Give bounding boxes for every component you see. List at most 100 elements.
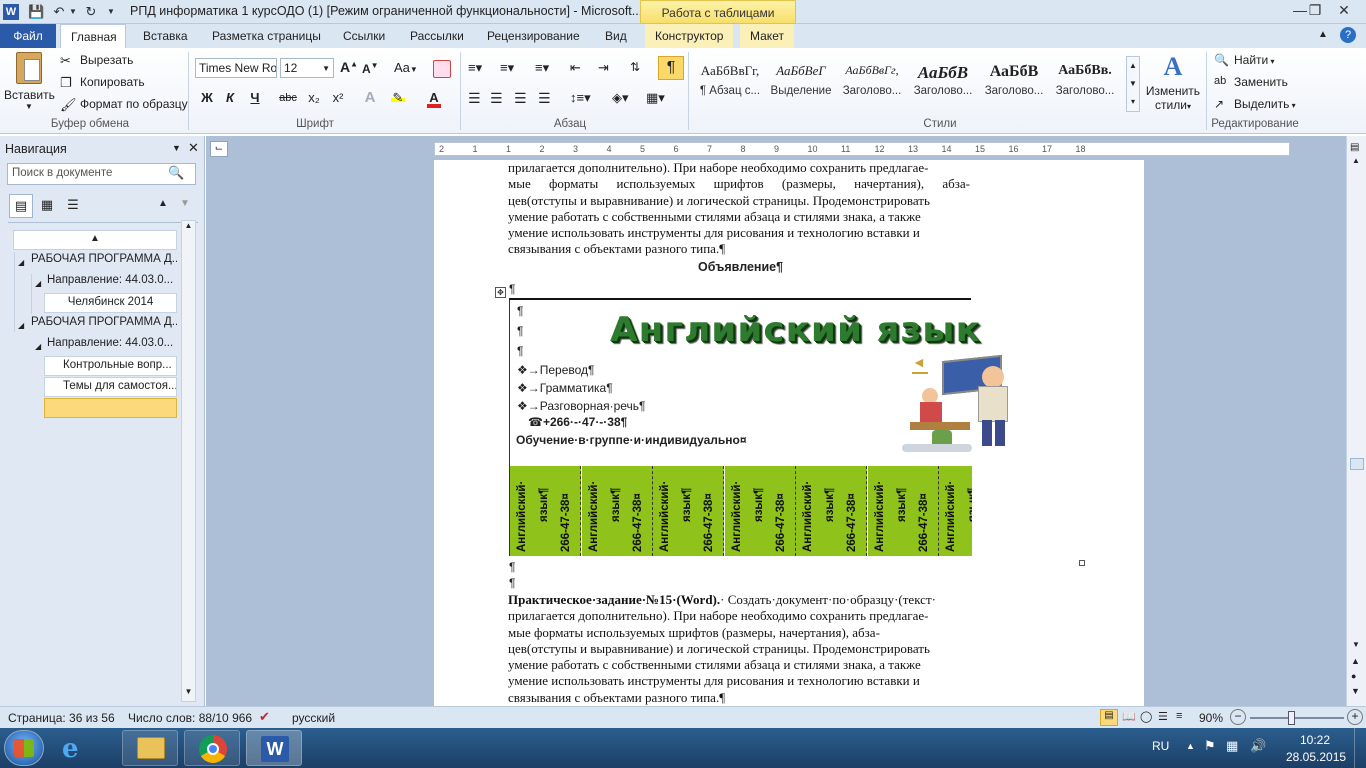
format-painter-button[interactable]: 🖌 Формат по образцу <box>60 97 188 113</box>
style-heading-1[interactable]: АаБбВвГг, Заголово... <box>838 56 906 110</box>
show-marks-button[interactable]: ¶ <box>658 56 684 80</box>
full-screen-reading-icon[interactable]: 📖 <box>1122 710 1136 723</box>
help-icon[interactable]: ? <box>1340 27 1356 43</box>
tab-insert[interactable]: Вставка <box>133 24 198 48</box>
bold-button[interactable]: Ж <box>197 88 217 108</box>
style-heading-4[interactable]: АаБбВв. Заголово... <box>1051 56 1119 110</box>
word-count[interactable]: Число слов: 88/10 966 <box>128 711 252 725</box>
ruler-toggle-icon[interactable]: ⌙ <box>210 141 228 157</box>
minimize-ribbon-icon[interactable]: ▲ <box>1318 29 1328 40</box>
clock-date[interactable]: 28.05.2015 <box>1286 750 1346 764</box>
zoom-level[interactable]: 90% <box>1199 711 1223 725</box>
tray-arrow-icon[interactable]: ▲ <box>1186 741 1195 751</box>
zoom-in-icon[interactable]: + <box>1347 709 1363 725</box>
explorer-taskbar-button[interactable] <box>122 730 178 766</box>
nav-item[interactable]: Направление: 44.03.0... <box>43 335 177 355</box>
task-paragraph[interactable]: Практическое·задание·№15·(Word).· Создат… <box>508 592 970 706</box>
align-center-icon[interactable]: ☰ <box>490 90 503 107</box>
nav-item[interactable]: Челябинск 2014 <box>44 293 177 313</box>
nav-menu-icon[interactable]: ▼ <box>172 143 181 153</box>
tab-view[interactable]: Вид <box>595 24 637 48</box>
font-color-icon[interactable]: A <box>424 88 444 108</box>
tab-design[interactable]: Конструктор <box>645 24 734 48</box>
nav-item[interactable]: РАБОЧАЯ ПРОГРАММА Д... <box>27 314 177 334</box>
expand-toggle-icon[interactable]: ◢ <box>35 279 41 288</box>
superscript-button[interactable]: x² <box>328 88 348 108</box>
borders-icon[interactable]: ▦▾ <box>646 90 665 106</box>
tab-home[interactable]: Главная <box>60 24 126 48</box>
headings-view-icon[interactable]: ▤ <box>9 194 33 218</box>
align-left-icon[interactable]: ☰ <box>468 90 481 107</box>
vertical-scrollbar[interactable]: ▤ ▲ ▼ ▲ ● ▼ <box>1346 136 1366 706</box>
tear-off-strip[interactable]: Английский· язык¶ 266-47-38¤ <box>510 466 581 556</box>
wordart-title[interactable]: Английский язык <box>610 310 981 350</box>
paragraph-top[interactable]: прилагается дополнительно). При наборе н… <box>508 160 970 258</box>
show-desktop-button[interactable] <box>1354 728 1366 768</box>
print-layout-icon[interactable]: ▤ <box>1100 709 1118 726</box>
find-button[interactable]: 🔍 Найти ▾ <box>1214 53 1275 69</box>
nav-item[interactable]: Темы для самостоя... <box>44 377 177 397</box>
style-heading-3[interactable]: АаБбВ Заголово... <box>980 56 1048 110</box>
tab-references[interactable]: Ссылки <box>333 24 395 48</box>
language[interactable]: русский <box>292 711 335 725</box>
shading-icon[interactable]: ◈▾ <box>612 90 629 106</box>
redo-icon[interactable]: ↻ <box>82 3 100 20</box>
clear-format-icon[interactable] <box>433 60 451 78</box>
web-layout-icon[interactable]: ◯ <box>1140 710 1152 723</box>
clock-time[interactable]: 10:22 <box>1300 733 1330 747</box>
tab-mailings[interactable]: Рассылки <box>400 24 474 48</box>
font-name-combo[interactable]: Times New Ro <box>195 58 277 78</box>
expand-toggle-icon[interactable]: ◢ <box>18 321 24 330</box>
undo-icon[interactable]: ↶ <box>50 3 68 20</box>
advertisement-table[interactable]: ¶ ¶ ¶ Английский язык ❖→Перевод¶ ❖→Грамм… <box>509 298 1008 556</box>
tab-review[interactable]: Рецензирование <box>477 24 590 48</box>
copy-button[interactable]: ❐ Копировать <box>60 75 145 91</box>
underline-button[interactable]: Ч <box>245 88 265 108</box>
font-size-combo[interactable]: 12 ▼ <box>280 58 334 78</box>
styles-scroll[interactable]: ▲ ▼ ▾ <box>1126 56 1140 112</box>
word-taskbar-button[interactable]: W <box>246 730 302 766</box>
ie-icon[interactable]: e <box>62 734 79 764</box>
expand-toggle-icon[interactable]: ◢ <box>18 258 24 267</box>
paste-button[interactable]: Вставить ▼ <box>4 52 55 112</box>
save-icon[interactable]: 💾 <box>27 3 45 20</box>
nav-search-input[interactable]: Поиск в документе 🔍 <box>7 163 196 185</box>
style-list-paragraph[interactable]: АаБбВвГг, ¶ Абзац с... <box>696 56 764 110</box>
volume-icon[interactable]: 🔊 <box>1250 738 1266 754</box>
customize-qat-icon[interactable]: ▼ <box>105 3 117 20</box>
align-right-icon[interactable]: ☰ <box>514 90 527 107</box>
line-spacing-icon[interactable]: ↕≡▾ <box>570 90 591 106</box>
tear-off-strip[interactable]: Английский· язык¶ 266-47-38¤ <box>796 466 867 556</box>
nav-item[interactable]: РАБОЧАЯ ПРОГРАММА Д... <box>27 251 177 271</box>
nav-scrollbar[interactable]: ▲ ▼ <box>181 220 196 702</box>
zoom-out-icon[interactable]: − <box>1230 709 1246 725</box>
nav-next-icon[interactable]: ▼ <box>180 198 190 209</box>
tab-page-layout[interactable]: Разметка страницы <box>202 24 331 48</box>
draft-icon[interactable]: ≡ <box>1176 710 1182 722</box>
table-move-handle-icon[interactable]: ✥ <box>495 287 506 298</box>
undo-dropdown-icon[interactable]: ▼ <box>68 3 78 20</box>
tab-layout[interactable]: Макет <box>740 24 794 48</box>
multilevel-list-icon[interactable]: ≡▾ <box>535 60 561 78</box>
spellcheck-icon[interactable]: ✔ <box>259 709 270 725</box>
cut-button[interactable]: ✂ Вырезать <box>60 53 133 69</box>
decrease-indent-icon[interactable]: ⇤ <box>570 60 581 76</box>
numbering-icon[interactable]: ≡▾ <box>500 60 526 78</box>
teacher-clipart-image[interactable]: ◄ <box>902 352 1030 454</box>
outline-icon[interactable]: ☰ <box>1158 710 1168 723</box>
bullets-icon[interactable]: ≡▾ <box>468 60 494 78</box>
justify-icon[interactable]: ☰ <box>538 90 551 107</box>
change-styles-button[interactable]: A Изменить стили▾ <box>1144 52 1202 112</box>
zoom-slider-thumb[interactable] <box>1288 711 1295 725</box>
heading-announcement[interactable]: Объявление¶ <box>698 260 783 274</box>
close-icon[interactable]: ✕ <box>1322 0 1366 22</box>
horizontal-ruler[interactable]: 2 1 1 2 3 4 5 6 7 8 9 10 11 12 13 14 15 16 17 18 <box>434 142 1290 156</box>
italic-button[interactable]: К <box>220 88 240 108</box>
flag-icon[interactable]: ⚑ <box>1204 738 1216 754</box>
nav-prev-icon[interactable]: ▲ <box>158 198 168 209</box>
change-case-button[interactable]: Aa▼ <box>394 60 418 75</box>
tear-off-strip[interactable]: Английский· язык¶ 266-47-38¤ <box>653 466 724 556</box>
nav-collapse-all[interactable]: ▲ <box>13 230 177 250</box>
tear-off-strip[interactable]: Английский· язык¶ 266-47-38¤ <box>581 466 653 556</box>
subscript-button[interactable]: x₂ <box>304 88 324 108</box>
